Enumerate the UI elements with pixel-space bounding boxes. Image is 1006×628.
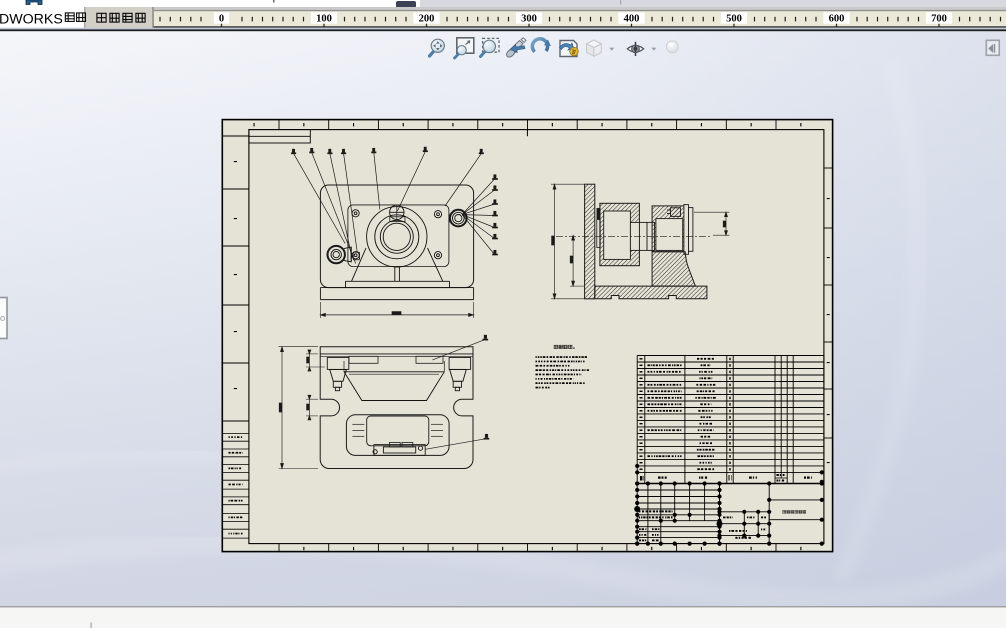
svg-text:700: 700	[931, 14, 947, 25]
svg-text:600: 600	[829, 14, 845, 25]
svg-text:100: 100	[316, 14, 332, 25]
svg-text:200: 200	[419, 14, 435, 25]
svg-text:DWORKS: DWORKS	[0, 11, 63, 27]
svg-text:400: 400	[624, 14, 640, 25]
svg-text:300: 300	[521, 14, 537, 25]
svg-text:500: 500	[726, 14, 742, 25]
svg-text:0: 0	[219, 14, 224, 25]
